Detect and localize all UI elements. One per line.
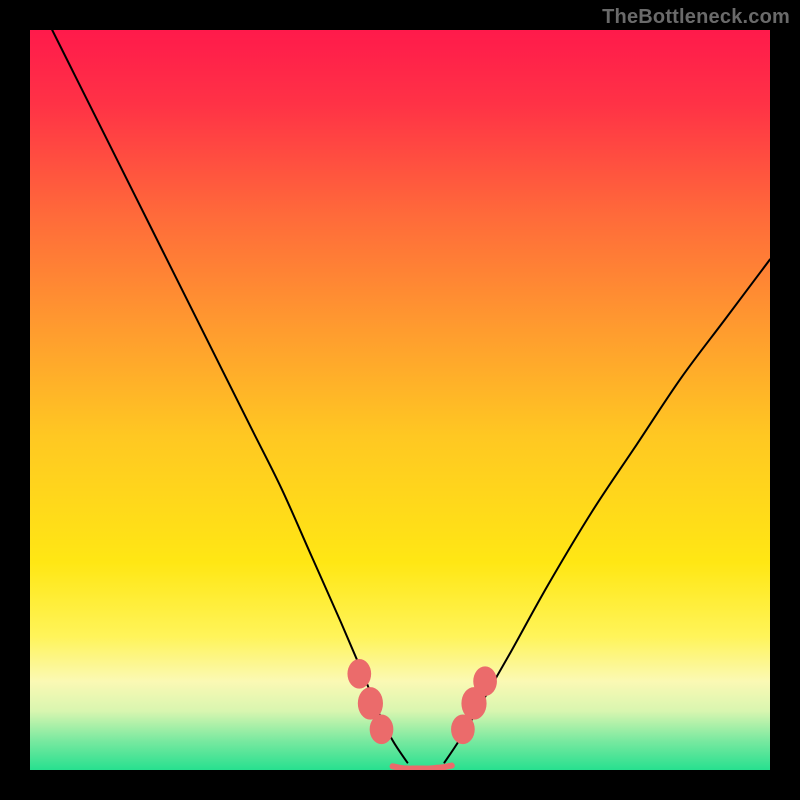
marker-5: [473, 666, 497, 696]
marker-0: [347, 659, 371, 689]
plot-area: [30, 30, 770, 770]
marker-2: [370, 715, 394, 745]
gradient-background: [30, 30, 770, 770]
chart-frame: TheBottleneck.com: [0, 0, 800, 800]
series-flat-bottom: [393, 766, 452, 769]
watermark-text: TheBottleneck.com: [602, 6, 790, 29]
chart-canvas: [30, 30, 770, 770]
